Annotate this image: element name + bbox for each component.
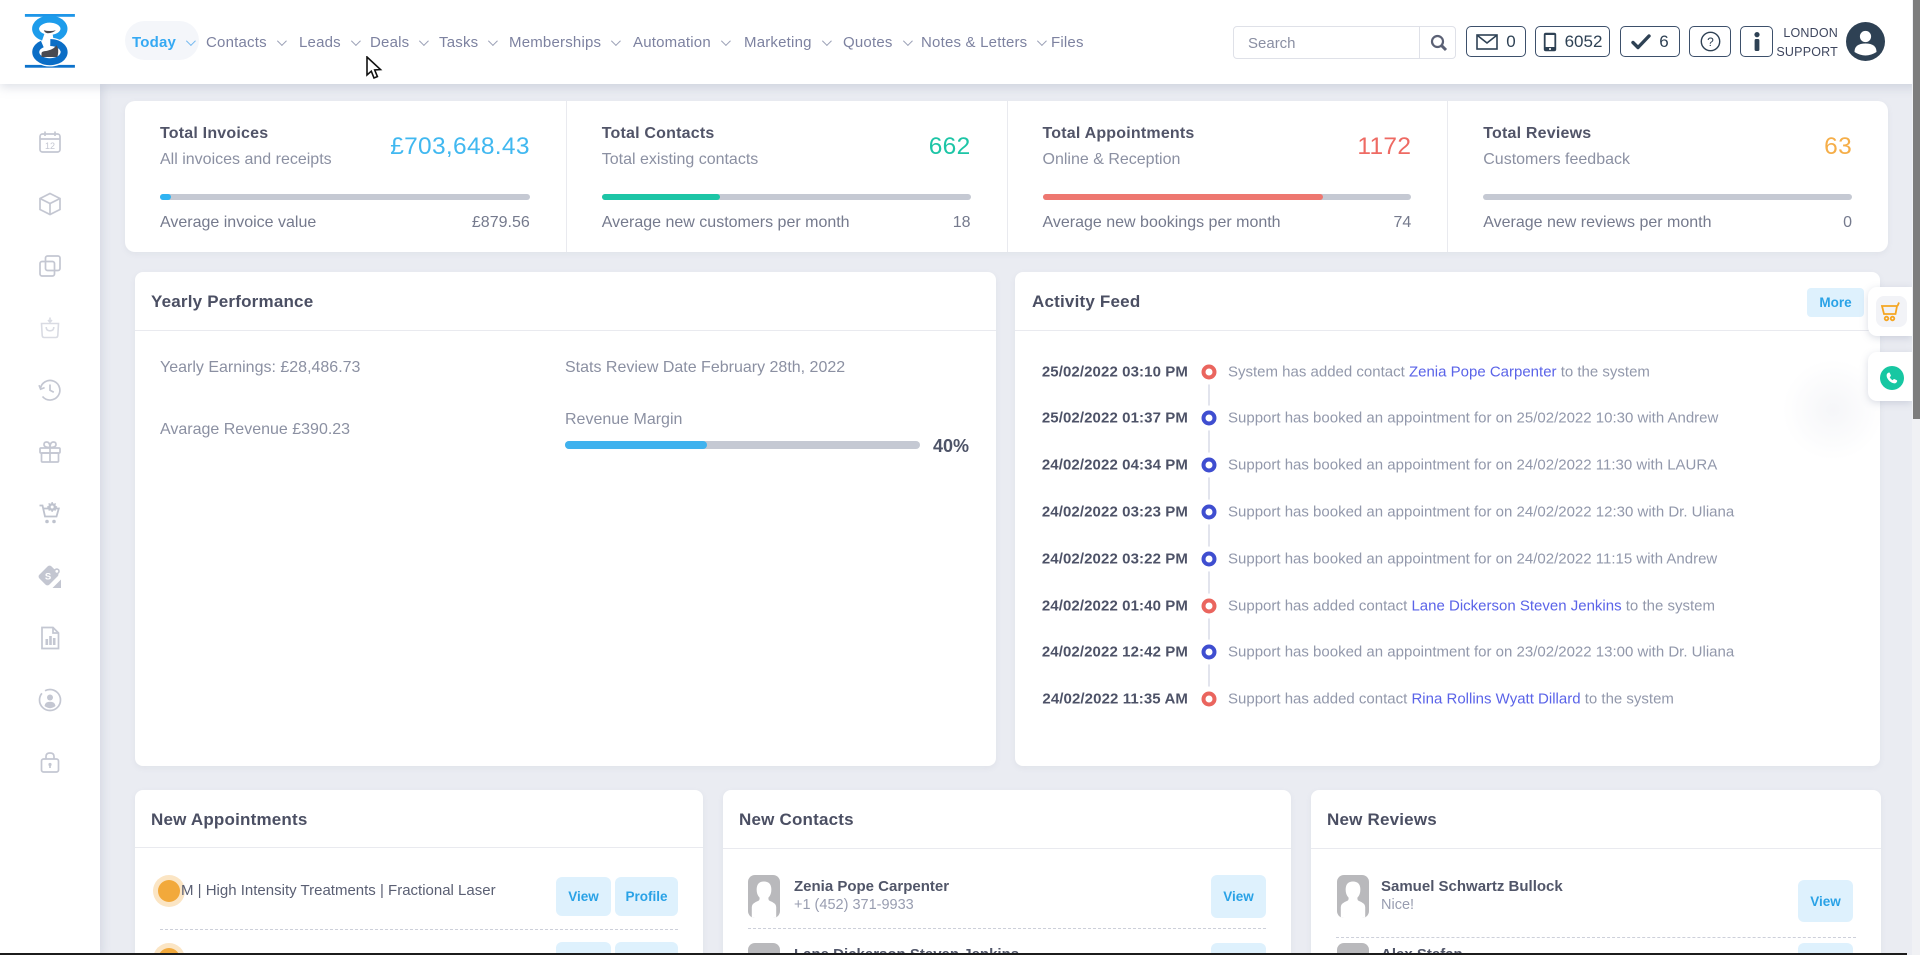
svg-text:?: ?: [1707, 35, 1714, 49]
svg-text:S: S: [45, 572, 51, 583]
svg-text:12: 12: [45, 141, 55, 151]
